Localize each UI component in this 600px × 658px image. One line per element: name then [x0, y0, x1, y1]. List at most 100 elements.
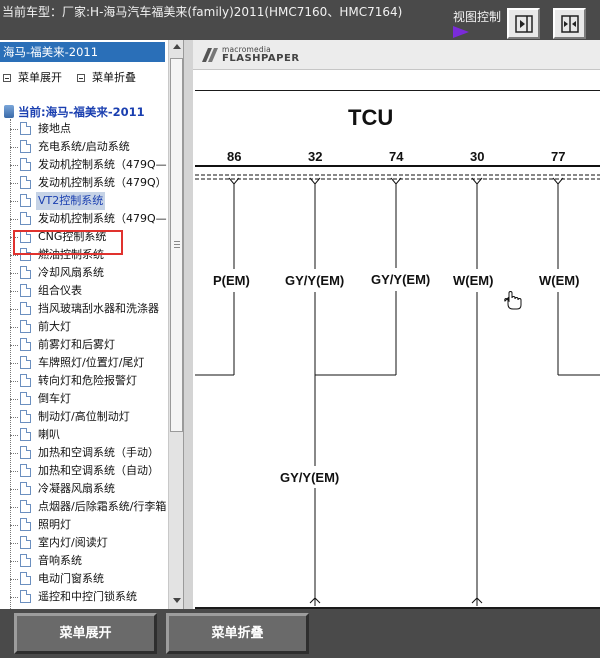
document-icon [20, 320, 31, 333]
tree-item[interactable]: 音响系统 [10, 552, 170, 570]
panel-splitter[interactable] [184, 40, 193, 609]
scrollbar-thumb[interactable] [170, 58, 183, 432]
tree-item-label: 发动机控制系统（479Q— [38, 158, 167, 171]
menu-expand-label: 菜单展开 [18, 71, 62, 84]
tree-item-label: 遥控和中控门锁系统 [38, 590, 137, 603]
tree-item[interactable]: 转向灯和危险报警灯 [10, 372, 170, 390]
tree-branch-line [10, 435, 18, 436]
tree-branch-line [10, 273, 18, 274]
tree-item[interactable]: 发动机控制系统（479Q— [10, 156, 170, 174]
tree-branch-line [10, 165, 18, 166]
tree-branch-line [10, 345, 18, 346]
tree-item-label: 前大灯 [38, 320, 71, 333]
tree-branch-line [10, 399, 18, 400]
tree-item[interactable]: 冷却风扇系统 [10, 264, 170, 282]
wire-label: W(EM) [539, 273, 579, 288]
document-icon [20, 356, 31, 369]
document-icon [20, 374, 31, 387]
split-view-button[interactable] [553, 8, 586, 39]
menu-collapse-label: 菜单折叠 [92, 71, 136, 84]
bottom-terminals [309, 597, 483, 604]
tree-item[interactable]: 接地点 [10, 120, 170, 138]
tree-item-label: 车牌照灯/位置灯/尾灯 [38, 356, 145, 369]
tree-item[interactable]: 室内灯/阅读灯 [10, 534, 170, 552]
tree-root[interactable]: 当前:海马-福美来-2011 [4, 104, 145, 120]
tree-item[interactable]: 电动门窗系统 [10, 570, 170, 588]
pin-label: 86 [227, 149, 241, 164]
document-icon [20, 140, 31, 153]
tree-branch-line [10, 471, 18, 472]
tree-item-label: 组合仪表 [38, 284, 82, 297]
collapse-square-icon [77, 74, 85, 82]
tree-item-label: 音响系统 [38, 554, 82, 567]
scroll-up-arrow-icon[interactable] [173, 44, 181, 49]
wire-label: GY/Y(EM) [371, 272, 430, 287]
tree-item[interactable]: 挡风玻璃刮水器和洗涤器 [10, 300, 170, 318]
collapse-left-panel-button[interactable] [507, 8, 540, 39]
tree-item[interactable]: 喇叭 [10, 426, 170, 444]
tree-item[interactable]: 加热和空调系统（手动） [10, 444, 170, 462]
tree-branch-line [10, 489, 18, 490]
tree-item-label: 充电系统/启动系统 [38, 140, 130, 153]
tree-item-label: 电动门窗系统 [38, 572, 104, 585]
scrollbar-grip-icon [174, 241, 180, 242]
tree-item[interactable]: 发动机控制系统（479Q） [10, 174, 170, 192]
tree-item[interactable]: 照明灯 [10, 516, 170, 534]
tree-branch-line [10, 201, 18, 202]
selection-highlight-box [13, 230, 123, 255]
tree-item[interactable]: 前大灯 [10, 318, 170, 336]
tree-item[interactable]: 发动机控制系统（479Q— [10, 210, 170, 228]
tree-item[interactable]: 充电系统/启动系统 [10, 138, 170, 156]
document-icon [20, 572, 31, 585]
tree-item[interactable]: VT2控制系统 [10, 192, 170, 210]
panel-collapse-icon [515, 15, 533, 33]
tree-item[interactable]: 点烟器/后除霜系统/行李箱 [10, 498, 170, 516]
tree-scrollbar[interactable] [168, 40, 183, 609]
tree-item-label: 转向灯和危险报警灯 [38, 374, 137, 387]
tree-branch-line [10, 507, 18, 508]
tree-item[interactable]: 遥控和中控门锁系统 [10, 588, 170, 606]
tree-branch-line [10, 525, 18, 526]
tree-item[interactable]: 车牌照灯/位置灯/尾灯 [10, 354, 170, 372]
menu-collapse-link[interactable]: 菜单折叠 [77, 69, 136, 85]
document-icon [20, 428, 31, 441]
document-icon [20, 338, 31, 351]
tree-branch-line [10, 309, 18, 310]
menu-expand-button[interactable]: 菜单展开 [14, 613, 157, 654]
document-icon [20, 536, 31, 549]
document-icon [20, 392, 31, 405]
document-icon [20, 446, 31, 459]
tree-branch-line [10, 255, 18, 256]
play-arrow-icon [453, 26, 469, 38]
tree-branch-line [10, 381, 18, 382]
document-icon [20, 194, 31, 207]
tree-item[interactable]: 前雾灯和后雾灯 [10, 336, 170, 354]
tree-item[interactable]: 加热和空调系统（自动） [10, 462, 170, 480]
tree-item-label: 发动机控制系统（479Q） [38, 176, 167, 189]
document-icon [20, 158, 31, 171]
wire-label: W(EM) [453, 273, 493, 288]
tree-item[interactable]: 倒车灯 [10, 390, 170, 408]
tree-item-label: 接地点 [38, 122, 71, 135]
tree-branch-line [10, 543, 18, 544]
view-control-label: 视图控制 [453, 10, 502, 24]
menu-expand-link[interactable]: 菜单展开 [3, 69, 62, 85]
document-icon [20, 302, 31, 315]
tree-item-label: 照明灯 [38, 518, 71, 531]
tree-item-label: 室内灯/阅读灯 [38, 536, 108, 549]
pin-label: 77 [551, 149, 565, 164]
menu-collapse-button[interactable]: 菜单折叠 [166, 613, 309, 654]
tree-item-label: 冷却风扇系统 [38, 266, 104, 279]
scroll-down-arrow-icon[interactable] [173, 598, 181, 603]
tree-item[interactable]: 制动灯/高位制动灯 [10, 408, 170, 426]
document-viewer[interactable]: macromedia FLASHPAPER TCU 86 32 74 30 77 [193, 40, 600, 609]
vehicle-root-icon [4, 105, 14, 118]
document-icon [20, 284, 31, 297]
tree-item[interactable]: 组合仪表 [10, 282, 170, 300]
tree-item[interactable]: 冷凝器风扇系统 [10, 480, 170, 498]
pin-label: 32 [308, 149, 322, 164]
connector-bar [195, 165, 600, 180]
document-icon [20, 464, 31, 477]
tree-branch-line [10, 327, 18, 328]
tree-branch-line [10, 417, 18, 418]
